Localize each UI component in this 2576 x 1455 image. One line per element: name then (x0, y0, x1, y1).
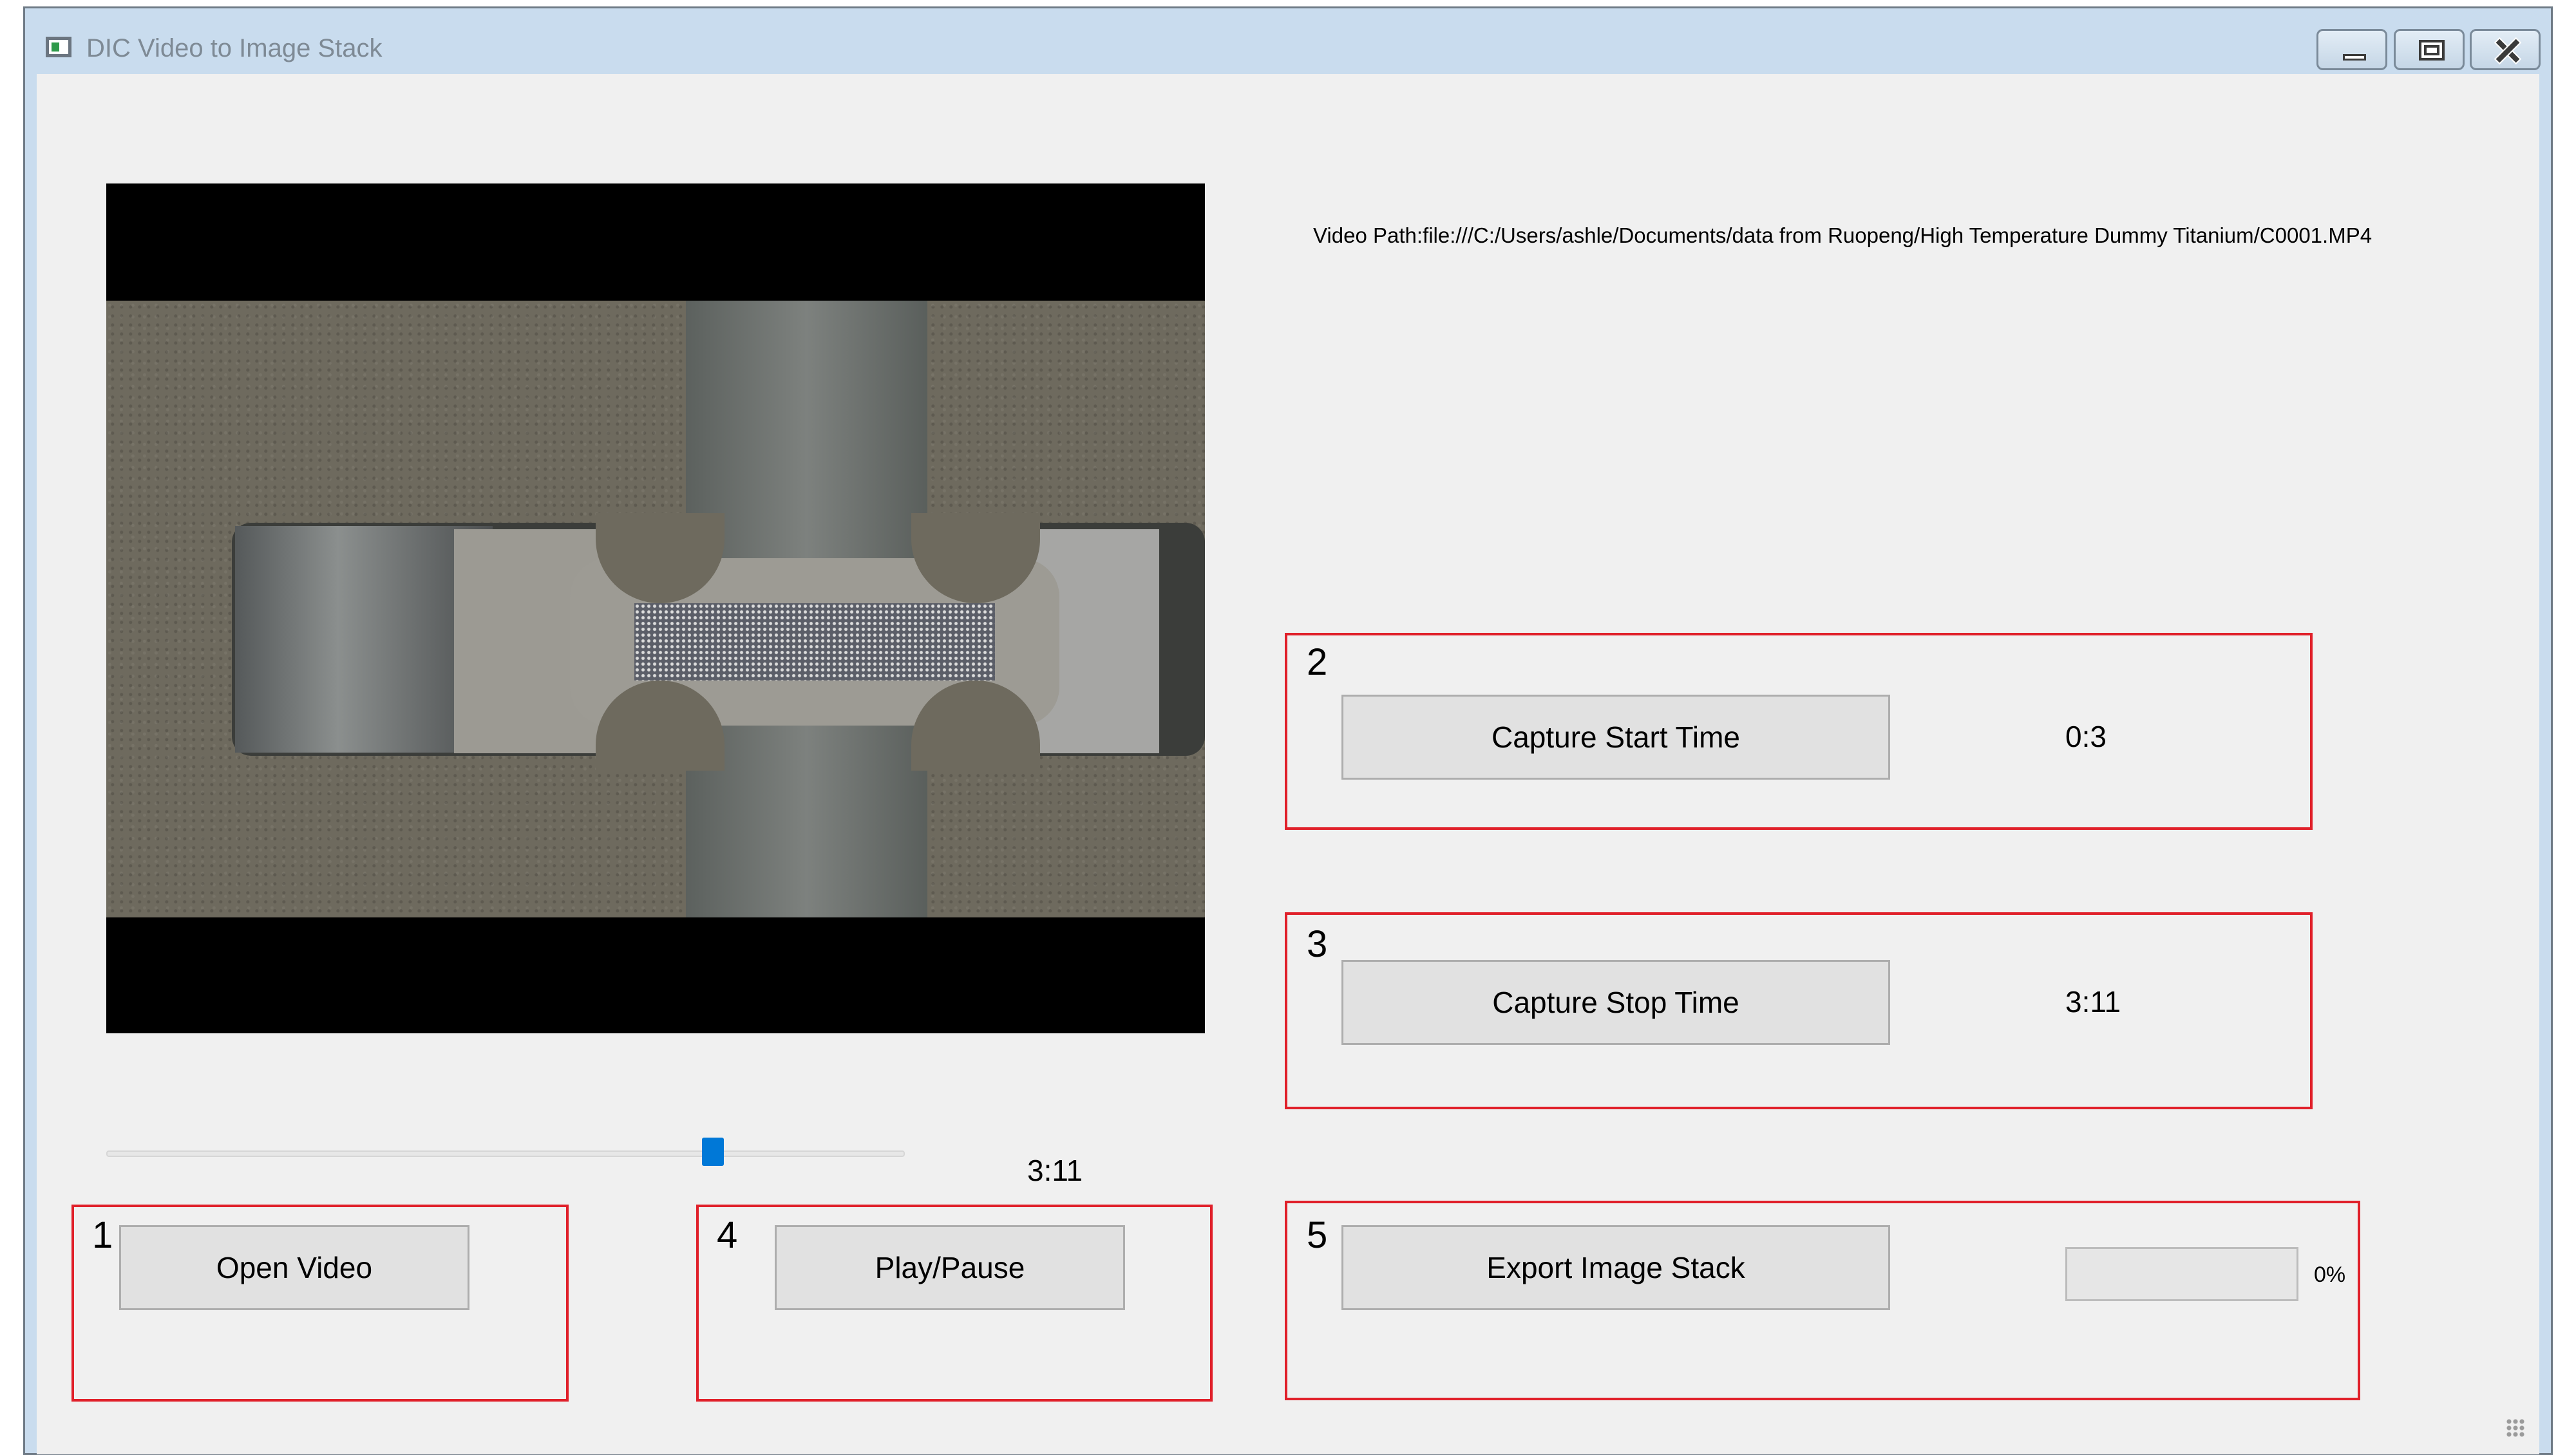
app-window-icon (46, 37, 71, 57)
step-4-number: 4 (717, 1214, 738, 1256)
current-time-label: 3:11 (1027, 1154, 1083, 1187)
minimize-icon (2318, 31, 2385, 68)
maximize-button[interactable] (2394, 29, 2465, 70)
window-title: DIC Video to Image Stack (86, 34, 383, 62)
play-pause-button[interactable]: Play/Pause (775, 1225, 1125, 1310)
video-player[interactable] (106, 183, 1205, 1033)
start-time-value: 0:3 (2065, 720, 2107, 753)
title-bar[interactable]: DIC Video to Image Stack (25, 8, 2551, 73)
app-window: DIC Video to Image Stack Video Path:file… (23, 6, 2553, 1455)
maximize-icon (2396, 31, 2463, 68)
resize-grip-icon[interactable] (2506, 1418, 2525, 1438)
video-frame (106, 301, 1205, 917)
step-5-number: 5 (1307, 1214, 1328, 1256)
export-progress-bar (2065, 1247, 2298, 1301)
open-video-button[interactable]: Open Video (119, 1225, 469, 1310)
capture-start-time-button[interactable]: Capture Start Time (1341, 695, 1890, 780)
step-3-number: 3 (1307, 923, 1328, 965)
speckle-gauge-section (634, 603, 995, 681)
main-panel: Video Path:file:///C:/Users/ashle/Docume… (37, 74, 2539, 1454)
step-1-number: 1 (92, 1214, 113, 1256)
export-progress-label: 0% (2314, 1263, 2346, 1287)
video-path-label: Video Path:file:///C:/Users/ashle/Docume… (1313, 223, 2372, 247)
minimize-button[interactable] (2316, 29, 2387, 70)
stop-time-value: 3:11 (2065, 985, 2121, 1018)
close-icon (2472, 31, 2539, 68)
export-image-stack-button[interactable]: Export Image Stack (1341, 1225, 1890, 1310)
video-seek-slider[interactable] (106, 1150, 905, 1157)
close-button[interactable] (2470, 29, 2541, 70)
capture-stop-time-button[interactable]: Capture Stop Time (1341, 960, 1890, 1045)
step-2-number: 2 (1307, 641, 1328, 683)
seek-slider-handle[interactable] (702, 1138, 724, 1166)
